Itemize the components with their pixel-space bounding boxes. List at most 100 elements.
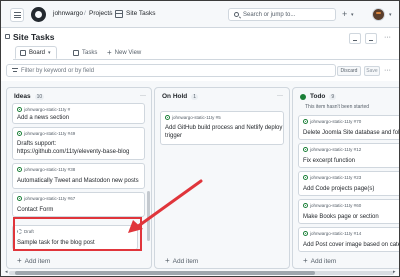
card-repo: johnwargo-static-11ty #67 <box>24 196 76 201</box>
card[interactable]: johnwargo-static-11ty #49 Drafts support… <box>12 127 145 160</box>
column-subtitle: This item hasn't been started <box>305 104 370 110</box>
issue-open-icon <box>303 119 308 124</box>
search-icon <box>234 12 239 17</box>
save-button[interactable]: Save <box>364 66 380 76</box>
card-repo: johnwargo-static-11ty #12 <box>310 147 362 152</box>
avatar[interactable] <box>372 8 385 21</box>
issue-open-icon <box>303 147 308 152</box>
add-item-button[interactable]: + Add item <box>303 256 336 265</box>
column-name: On Hold <box>162 93 188 100</box>
issue-open-icon <box>303 203 308 208</box>
card-repo: johnwargo-static-11ty #23 <box>310 175 362 180</box>
card-title[interactable]: Make Books page or section <box>303 213 379 221</box>
card-meta: johnwargo-static-11ty #70 <box>303 119 361 124</box>
card-title[interactable]: Fix excerpt function <box>303 157 355 165</box>
card-meta: johnwargo-static-11ty #14 <box>303 231 361 236</box>
plus-icon: + <box>107 48 112 57</box>
more-options-icon[interactable]: ··· <box>384 34 391 41</box>
screenshot-frame: johnwargo / Projects / Site Tasks Search… <box>0 0 400 277</box>
plus-icon: + <box>303 256 308 265</box>
global-header: johnwargo / Projects / Site Tasks Search… <box>1 1 399 28</box>
card[interactable]: johnwargo-static-11ty #14 Add Post cover… <box>298 227 399 252</box>
horizontal-scrollbar-thumb[interactable] <box>15 271 315 275</box>
breadcrumb-separator: / <box>84 10 86 17</box>
tab-label: Board <box>29 49 46 56</box>
issue-open-icon <box>303 231 308 236</box>
card[interactable]: johnwargo-static-11ty #67 Contact Form <box>12 192 145 217</box>
card-title[interactable]: Contact Form <box>17 206 53 214</box>
layout-panel-icon[interactable] <box>365 33 377 44</box>
chevron-down-icon[interactable]: ▾ <box>389 12 392 18</box>
column-more-icon[interactable]: ··· <box>277 93 283 99</box>
card-meta: johnwargo-static-11ty #49 <box>17 131 75 136</box>
card-repo: johnwargo-static-11ty #14 <box>310 231 362 236</box>
hamburger-menu-icon[interactable] <box>10 8 24 22</box>
column-count: 9 <box>329 93 337 100</box>
card-repo: johnwargo-static-11ty #49 <box>24 131 76 136</box>
board-icon <box>20 49 26 56</box>
discard-button[interactable]: Discard <box>337 66 361 76</box>
tab-tasks[interactable]: Tasks <box>69 46 101 59</box>
card[interactable]: johnwargo-static-11ty #70 Delete Joomla … <box>298 115 399 140</box>
issue-open-icon <box>17 196 22 201</box>
card-title[interactable]: Add Post cover image based on category <box>303 241 399 249</box>
card[interactable]: johnwargo-static-11ty # Add a news secti… <box>12 103 145 124</box>
add-item-button[interactable]: + Add item <box>17 256 50 265</box>
column-on-hold: On Hold 1 ··· johnwargo-static-11ty #5 A… <box>154 87 290 269</box>
search-placeholder: Search or jump to... <box>243 12 296 18</box>
column-header: Todo 9 <box>293 88 399 105</box>
column-more-icon[interactable]: ··· <box>140 93 146 99</box>
chevron-down-icon[interactable]: ▾ <box>48 50 51 56</box>
column-scrollbar[interactable] <box>147 191 150 241</box>
card-repo: johnwargo-static-11ty #60 <box>310 203 362 208</box>
chevron-down-icon[interactable]: ▾ <box>351 12 354 18</box>
add-item-button[interactable]: + Add item <box>165 256 198 265</box>
tab-board[interactable]: Board ▾ <box>15 46 57 59</box>
project-table-icon <box>115 10 123 18</box>
card[interactable]: johnwargo-static-11ty #5 Add GitHub buil… <box>160 111 284 145</box>
column-count: 1 <box>191 93 199 100</box>
column-name: Ideas <box>14 93 31 100</box>
filter-input[interactable]: Filter by keyword or by field <box>6 64 336 77</box>
column-header: On Hold 1 <box>155 88 289 105</box>
card[interactable]: johnwargo-static-11ty #23 Add Code proje… <box>298 171 399 196</box>
add-item-label: Add item <box>24 258 51 265</box>
card[interactable]: johnwargo-static-11ty #12 Fix excerpt fu… <box>298 143 399 168</box>
annotation-highlight-box <box>13 217 142 251</box>
more-options-icon[interactable]: ··· <box>384 67 391 74</box>
project-lock-icon <box>5 34 10 39</box>
card-meta: johnwargo-static-11ty #23 <box>303 175 361 180</box>
card-repo: johnwargo-static-11ty #5 <box>172 115 221 120</box>
breadcrumb-project[interactable]: Site Tasks <box>126 10 156 17</box>
create-new-button[interactable]: + <box>342 9 347 19</box>
issue-open-icon <box>17 107 22 112</box>
card[interactable]: johnwargo-static-11ty #60 Make Books pag… <box>298 199 399 224</box>
status-circle-icon <box>300 93 306 100</box>
card-title[interactable]: Add Code projects page(s) <box>303 185 374 193</box>
card-repo: johnwargo-static-11ty #70 <box>310 119 362 124</box>
breadcrumb-separator: / <box>109 10 111 17</box>
card-repo: johnwargo-static-11ty # <box>24 107 71 112</box>
insights-chart-icon[interactable] <box>349 33 361 44</box>
card-title[interactable]: Automatically Tweet and Mastodon new pos… <box>17 177 139 185</box>
column-todo: Todo 9 This item hasn't been started joh… <box>292 87 399 269</box>
plus-icon: + <box>17 256 22 265</box>
card[interactable]: johnwargo-static-11ty #38 Automatically … <box>12 163 145 189</box>
breadcrumb-user[interactable]: johnwargo <box>53 10 83 17</box>
card-title[interactable]: Add a news section <box>17 114 69 122</box>
card-meta: johnwargo-static-11ty #12 <box>303 147 361 152</box>
card-meta: johnwargo-static-11ty #5 <box>165 115 221 120</box>
tab-new-view[interactable]: + New View <box>103 46 145 59</box>
page-title: Site Tasks <box>13 32 55 42</box>
card-title[interactable]: Add GitHub build process and Netlify dep… <box>165 124 283 140</box>
card-title[interactable]: Delete Joomla Site database and folder <box>303 129 399 137</box>
search-input[interactable]: Search or jump to... <box>228 8 336 21</box>
card-repo: johnwargo-static-11ty #38 <box>24 167 76 172</box>
scroll-right-icon[interactable]: ▸ <box>393 269 396 275</box>
issue-open-icon <box>17 131 22 136</box>
table-icon <box>73 49 79 56</box>
github-logo-icon[interactable] <box>31 7 46 22</box>
card-title[interactable]: Drafts support: https://github.com/11ty/… <box>17 140 143 156</box>
scroll-left-icon[interactable]: ◂ <box>5 269 8 275</box>
issue-open-icon <box>17 167 22 172</box>
